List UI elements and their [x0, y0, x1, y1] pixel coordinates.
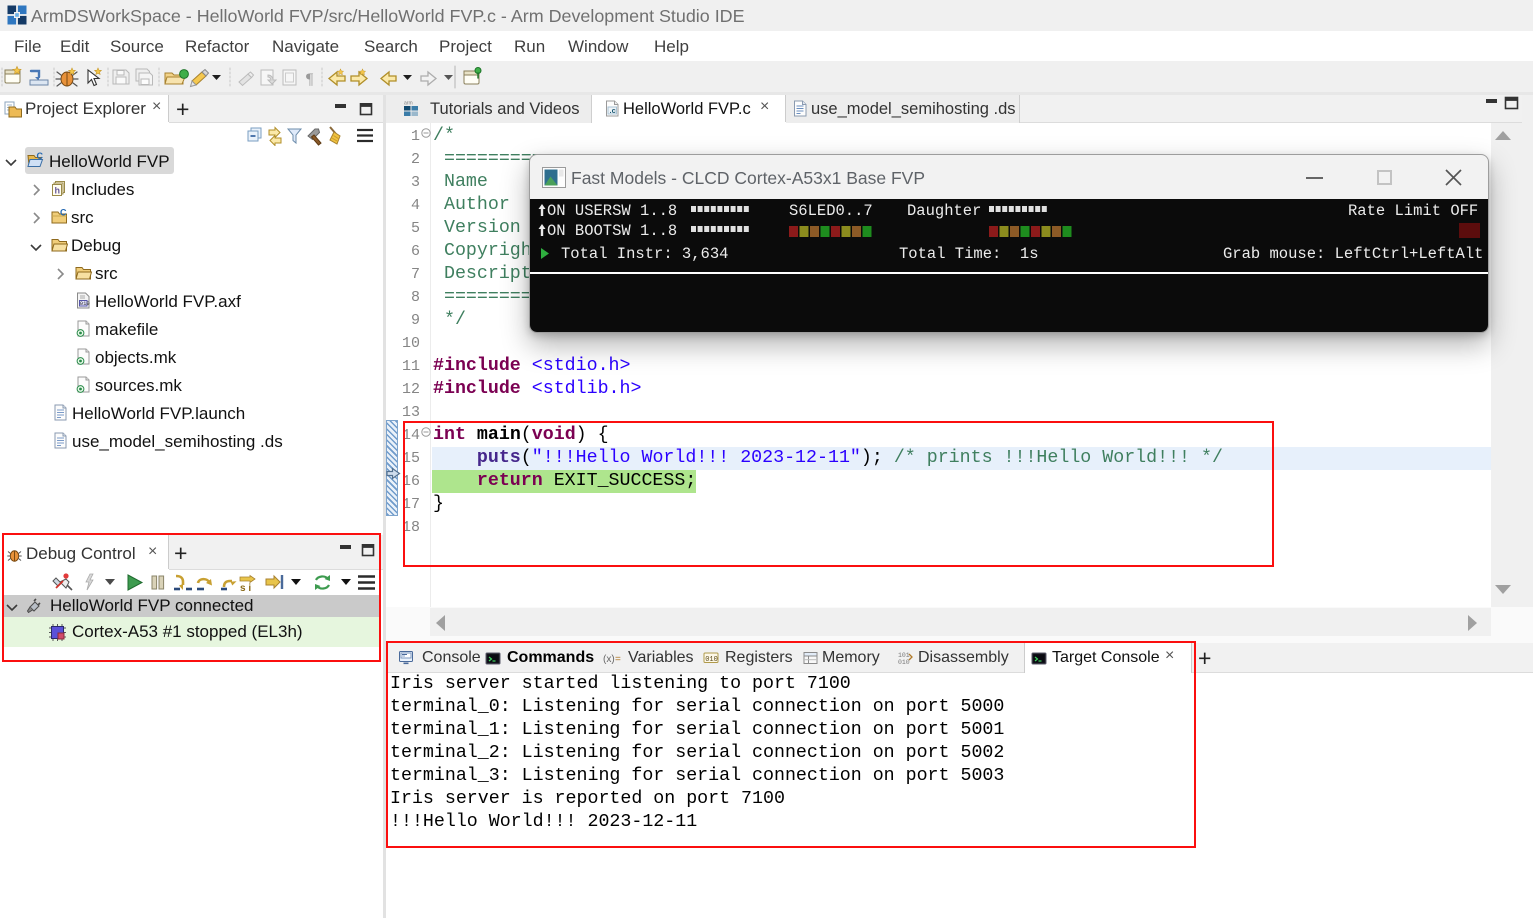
svg-text:¶: ¶ [306, 71, 314, 88]
